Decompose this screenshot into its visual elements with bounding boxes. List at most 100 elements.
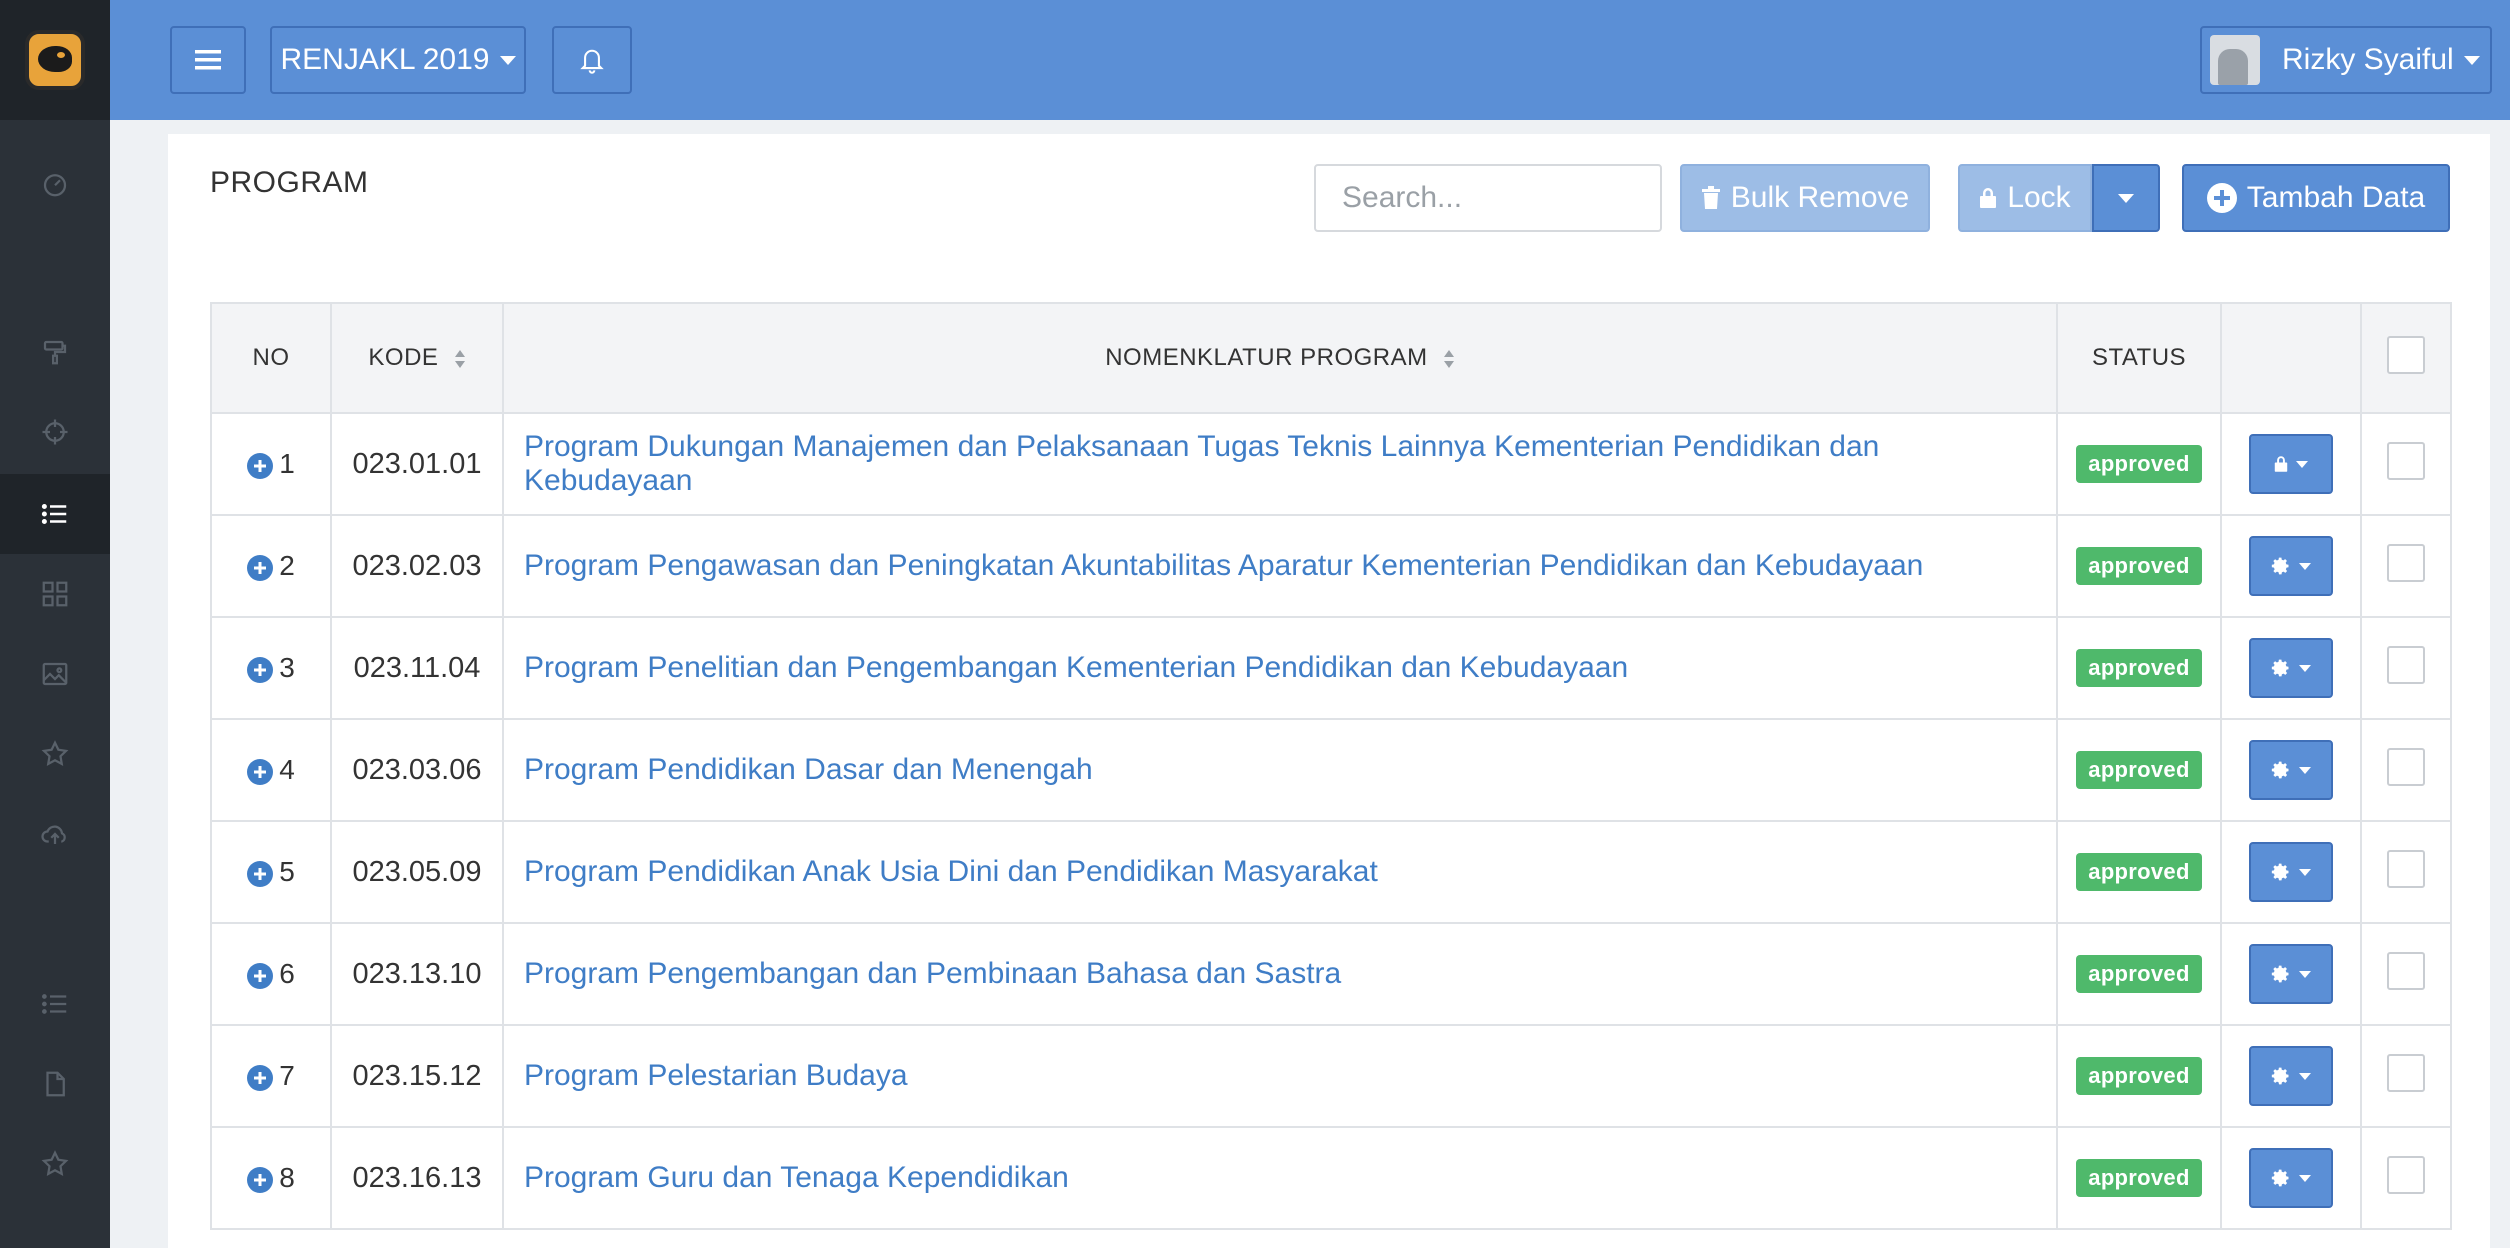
row-settings-menu-button[interactable] xyxy=(2249,842,2333,902)
sidebar-item-paint[interactable] xyxy=(0,312,110,392)
add-data-button[interactable]: Tambah Data xyxy=(2182,164,2450,232)
dashboard-icon xyxy=(43,174,67,197)
cell-nomenklatur: Program Guru dan Tenaga Kependidikan xyxy=(502,1126,2058,1230)
sidebar-item-upload[interactable] xyxy=(0,794,110,874)
menu-toggle-button[interactable] xyxy=(170,26,246,94)
row-settings-menu-button[interactable] xyxy=(2249,944,2333,1004)
caret-down-icon xyxy=(2299,766,2311,774)
topbar: RENJAKL 2019 Rizky Syaiful xyxy=(110,0,2510,120)
row-number: 8 xyxy=(279,1162,295,1193)
search-box[interactable] xyxy=(1314,164,1730,232)
page-title: PROGRAM xyxy=(210,166,369,199)
cell-kode: 023.03.06 xyxy=(330,718,504,822)
cell-status: approved xyxy=(2056,1024,2222,1128)
header-nomenklatur[interactable]: NOMENKLATUR PROGRAM xyxy=(502,302,2058,414)
file-icon xyxy=(46,1071,65,1097)
sidebar-item-grid[interactable] xyxy=(0,554,110,634)
sidebar-item-file[interactable] xyxy=(0,1044,110,1124)
sidebar-item-program[interactable] xyxy=(0,474,110,554)
sidebar-item-list[interactable] xyxy=(0,964,110,1044)
table-row: 2 023.02.03 Program Pengawasan dan Peningk… xyxy=(210,514,2452,618)
row-checkbox[interactable] xyxy=(2387,645,2425,684)
row-checkbox[interactable] xyxy=(2387,849,2425,888)
table-row: 3 023.11.04 Program Penelitian dan Pengemb… xyxy=(210,616,2452,720)
lock-button[interactable]: Lock xyxy=(1958,164,2092,232)
cell-select xyxy=(2360,1126,2452,1230)
sidebar-item-image[interactable] xyxy=(0,634,110,714)
row-settings-menu-button[interactable] xyxy=(2249,1046,2333,1106)
sidebar-item-dashboard[interactable] xyxy=(0,144,110,224)
cell-nomenklatur: Program Pengawasan dan Peningkatan Akunt… xyxy=(502,514,2058,618)
header-kode-label: KODE xyxy=(368,344,439,371)
sidebar-item-favorite[interactable] xyxy=(0,714,110,794)
expand-row-icon[interactable] xyxy=(247,1064,274,1091)
row-settings-menu-button[interactable] xyxy=(2249,536,2333,596)
row-number: 3 xyxy=(279,652,295,683)
expand-row-icon[interactable] xyxy=(247,758,274,785)
status-badge: approved xyxy=(2076,1057,2202,1095)
cell-no: 8 xyxy=(210,1126,332,1230)
program-link[interactable]: Program Pendidikan Dasar dan Menengah xyxy=(524,753,1093,786)
app-logo[interactable] xyxy=(0,0,110,120)
cell-status: approved xyxy=(2056,514,2222,618)
table-row: 8 023.16.13 Program Guru dan Tenaga Kepend… xyxy=(210,1126,2452,1230)
row-lock-menu-button[interactable] xyxy=(2249,434,2333,494)
header-kode[interactable]: KODE xyxy=(330,302,504,414)
expand-row-icon[interactable] xyxy=(247,962,274,989)
search-input[interactable] xyxy=(1340,180,1730,216)
cell-no: 3 xyxy=(210,616,332,720)
gear-icon xyxy=(2271,1169,2289,1187)
lock-icon xyxy=(2274,456,2288,472)
cell-status: approved xyxy=(2056,922,2222,1026)
status-badge: approved xyxy=(2076,1159,2202,1197)
cell-actions xyxy=(2220,1024,2362,1128)
sidebar-item-target[interactable] xyxy=(0,392,110,472)
cell-no: 6 xyxy=(210,922,332,1026)
row-checkbox[interactable] xyxy=(2387,1053,2425,1092)
bulk-remove-label: Bulk Remove xyxy=(1730,181,1910,214)
sort-icon xyxy=(1443,349,1454,368)
bulk-remove-button[interactable]: Bulk Remove xyxy=(1680,164,1930,232)
program-link[interactable]: Program Pengembangan dan Pembinaan Bahas… xyxy=(524,957,1341,990)
row-checkbox[interactable] xyxy=(2387,747,2425,786)
row-checkbox[interactable] xyxy=(2387,1155,2425,1194)
cell-actions xyxy=(2220,616,2362,720)
image-icon xyxy=(42,662,68,686)
paint-roller-icon xyxy=(43,340,67,365)
program-link[interactable]: Program Pengawasan dan Peningkatan Akunt… xyxy=(524,549,1923,582)
expand-row-icon[interactable] xyxy=(247,1166,274,1193)
user-menu-button[interactable]: Rizky Syaiful xyxy=(2200,26,2492,94)
row-checkbox[interactable] xyxy=(2387,951,2425,990)
notifications-button[interactable] xyxy=(552,26,632,94)
program-link[interactable]: Program Pelestarian Budaya xyxy=(524,1059,908,1092)
table-row: 1 023.01.01 Program Dukungan Manajemen dan… xyxy=(210,412,2452,516)
program-link[interactable]: Program Pendidikan Anak Usia Dini dan Pe… xyxy=(524,855,1378,888)
expand-row-icon[interactable] xyxy=(247,860,274,887)
caret-down-icon xyxy=(2299,664,2311,672)
sidebar-item-starred[interactable] xyxy=(0,1124,110,1204)
row-number: 2 xyxy=(279,550,295,581)
cell-nomenklatur: Program Pendidikan Anak Usia Dini dan Pe… xyxy=(502,820,2058,924)
cell-select xyxy=(2360,514,2452,618)
table-row: 5 023.05.09 Program Pendidikan Anak Usia D… xyxy=(210,820,2452,924)
cell-status: approved xyxy=(2056,820,2222,924)
row-settings-menu-button[interactable] xyxy=(2249,638,2333,698)
expand-row-icon[interactable] xyxy=(247,452,274,479)
caret-down-icon xyxy=(2463,55,2480,65)
select-all-checkbox[interactable] xyxy=(2387,335,2425,374)
expand-row-icon[interactable] xyxy=(247,656,274,683)
expand-row-icon[interactable] xyxy=(247,554,274,581)
program-link[interactable]: Program Penelitian dan Pengembangan Keme… xyxy=(524,651,1628,684)
row-checkbox[interactable] xyxy=(2387,543,2425,582)
row-number: 5 xyxy=(279,856,295,887)
year-dropdown-button[interactable]: RENJAKL 2019 xyxy=(270,26,526,94)
cell-status: approved xyxy=(2056,412,2222,516)
gear-icon xyxy=(2271,965,2289,983)
logo-icon xyxy=(25,30,85,90)
row-settings-menu-button[interactable] xyxy=(2249,740,2333,800)
row-settings-menu-button[interactable] xyxy=(2249,1148,2333,1208)
row-checkbox[interactable] xyxy=(2387,441,2425,480)
program-link[interactable]: Program Guru dan Tenaga Kependidikan xyxy=(524,1161,1069,1194)
program-link[interactable]: Program Dukungan Manajemen dan Pelaksana… xyxy=(524,430,1879,497)
lock-dropdown-toggle[interactable] xyxy=(2092,164,2160,232)
